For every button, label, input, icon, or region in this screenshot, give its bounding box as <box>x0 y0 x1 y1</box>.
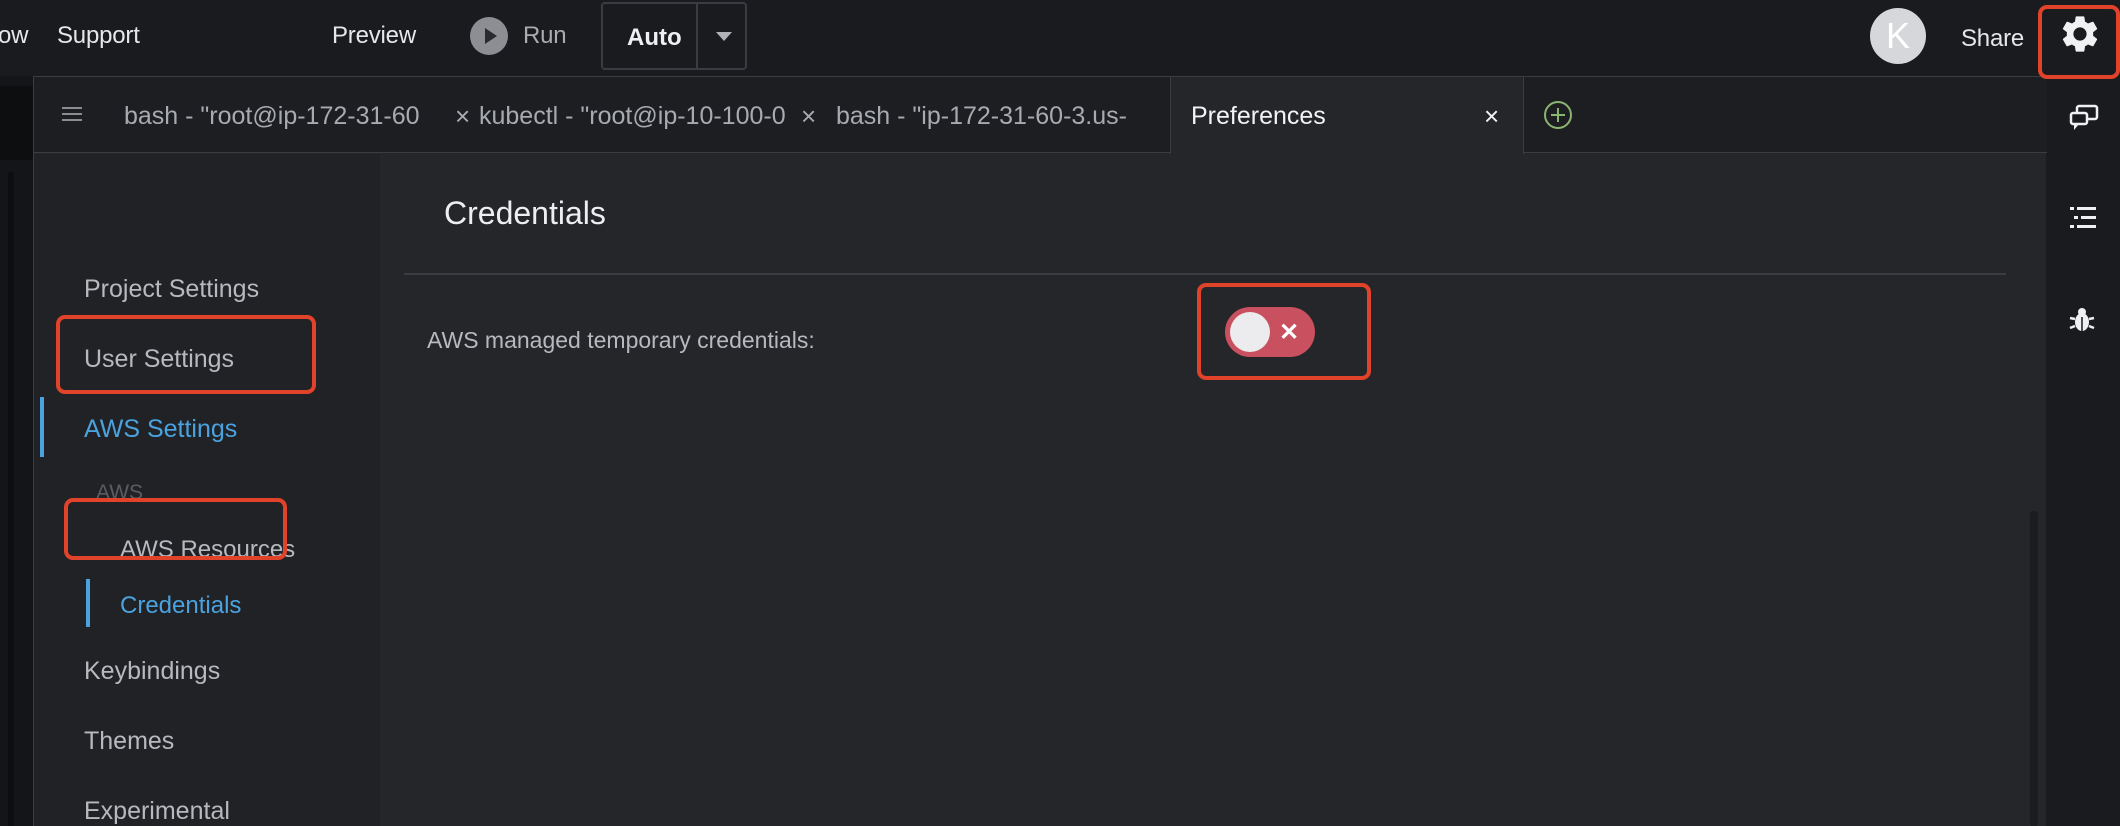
preferences-sidebar: Project Settings User Settings AWS Setti… <box>34 154 380 826</box>
tab-label: kubectl - "root@ip-10-100-0 <box>479 102 786 130</box>
run-button[interactable]: Run <box>523 22 567 50</box>
sidebar-item-aws-settings[interactable]: AWS Settings <box>84 415 237 444</box>
content-scrollbar[interactable] <box>2030 511 2038 826</box>
debug-bug-icon[interactable] <box>2068 306 2096 334</box>
setting-label-aws-managed-credentials: AWS managed temporary credentials: <box>427 327 815 353</box>
gear-icon <box>2062 16 2098 52</box>
hamburger-icon[interactable] <box>62 107 82 121</box>
tab-bar: bash - "root@ip-172-31-60 × kubectl - "r… <box>34 77 2047 154</box>
close-icon[interactable]: × <box>801 101 816 132</box>
active-indicator <box>40 397 44 457</box>
tab-label: bash - "ip-172-31-60-3.us- <box>836 102 1127 130</box>
sidebar-subitem-credentials[interactable]: Credentials <box>120 592 241 620</box>
sidebar-subitem-aws-resources[interactable]: AWS Resources <box>120 536 295 564</box>
sidebar-group-label: AWS <box>96 481 144 504</box>
avatar[interactable]: K <box>1870 8 1926 64</box>
preferences-panel: bash - "root@ip-172-31-60 × kubectl - "r… <box>33 76 2047 826</box>
menu-item-support[interactable]: Support <box>57 22 140 50</box>
preferences-button[interactable] <box>2040 0 2120 76</box>
play-icon[interactable] <box>470 17 508 55</box>
sidebar-item-user-settings[interactable]: User Settings <box>84 345 234 374</box>
sidebar-item-project-settings[interactable]: Project Settings <box>84 275 259 304</box>
top-menu-bar: ow Support Preview Run Auto K Share <box>0 0 2120 76</box>
dropdown-separator <box>696 4 698 68</box>
page-title: Credentials <box>444 195 606 231</box>
left-strip-scrollbar[interactable] <box>8 172 14 826</box>
tab-label: bash - "root@ip-172-31-60 <box>124 102 420 130</box>
toggle-knob <box>1230 312 1270 352</box>
close-icon[interactable]: × <box>1484 101 1499 132</box>
right-tool-rail <box>2046 76 2120 826</box>
chat-icon[interactable] <box>2068 104 2100 134</box>
sidebar-item-keybindings[interactable]: Keybindings <box>84 657 220 686</box>
sidebar-item-themes[interactable]: Themes <box>84 727 174 756</box>
run-config-value: Auto <box>627 24 682 51</box>
outline-icon[interactable] <box>2068 204 2098 232</box>
tab-preferences[interactable]: Preferences × <box>1170 77 1524 154</box>
sidebar-item-experimental[interactable]: Experimental <box>84 797 230 826</box>
tab-bash-1[interactable]: bash - "root@ip-172-31-60 × <box>124 77 474 153</box>
preview-button[interactable]: Preview <box>332 22 416 50</box>
share-button[interactable]: Share <box>1961 25 2024 53</box>
add-tab-icon[interactable] <box>1544 101 1572 129</box>
aws-managed-credentials-toggle[interactable]: ✕ <box>1225 307 1315 357</box>
tab-kubectl[interactable]: kubectl - "root@ip-10-100-0 × <box>479 77 833 153</box>
title-divider <box>404 273 2006 275</box>
caret-down-icon[interactable] <box>716 32 732 41</box>
left-edge-strip <box>0 76 33 826</box>
close-icon[interactable]: × <box>455 101 470 132</box>
run-config-dropdown[interactable]: Auto <box>601 2 747 70</box>
tab-bash-2[interactable]: bash - "ip-172-31-60-3.us- × <box>836 77 1206 153</box>
tab-label: Preferences <box>1191 102 1326 130</box>
active-subitem-indicator <box>86 579 90 627</box>
left-strip-block <box>0 86 33 160</box>
toggle-off-icon: ✕ <box>1279 319 1300 346</box>
menu-item-window[interactable]: ow <box>0 22 28 50</box>
